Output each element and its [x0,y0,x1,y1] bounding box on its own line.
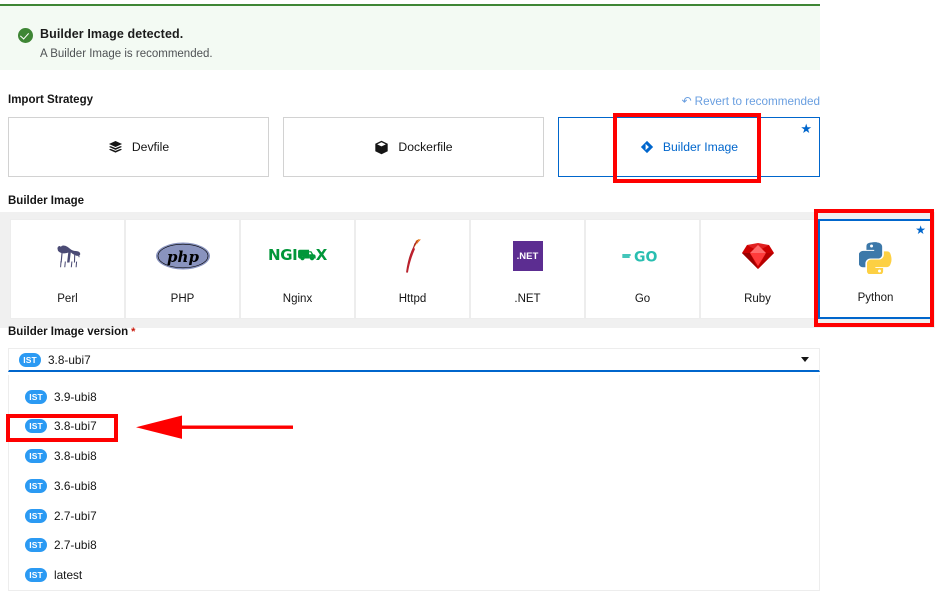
recommended-star-icon: ★ [915,223,926,237]
dropdown-option-3.8-ubi8[interactable]: IST 3.8-ubi8 [9,441,821,470]
svg-text:GO: GO [634,250,657,266]
builder-image-version-select[interactable]: IST 3.8-ubi7 [8,348,820,372]
dotnet-icon: .NET [471,236,584,276]
undo-icon: ↶ [681,94,692,108]
builder-label-nginx: Nginx [282,293,313,305]
import-strategy-label: Import Strategy [8,94,93,106]
dropdown-option-label: latest [54,567,83,582]
builder-card-ruby[interactable]: Ruby [700,219,815,319]
ist-badge: IST [25,537,47,552]
builder-label-php: PHP [170,293,195,305]
python-icon [820,237,931,277]
recommended-star-icon: ★ [800,121,812,136]
required-marker: * [131,326,136,338]
builder-image-detected-alert: Builder Image detected. A Builder Image … [0,4,820,70]
svg-text:php: php [167,248,199,266]
ist-badge: IST [25,448,47,463]
builder-card-nginx[interactable]: NGI⛟X Nginx [240,219,355,319]
builder-label-httpd: Httpd [398,293,427,305]
dropdown-option-3.9-ubi8[interactable]: IST 3.9-ubi8 [9,382,821,411]
builder-label-perl: Perl [57,293,78,305]
strategy-card-devfile[interactable]: Devfile [8,117,269,177]
builder-image-gallery: Perl php PHP NGI⛟X Nginx Httpd .NET .NET… [0,212,935,328]
version-label-text: Builder Image version [8,326,129,338]
strategy-card-dockerfile[interactable]: Dockerfile [283,117,544,177]
import-strategy-options: Devfile Dockerfile ★ Builder Image [8,117,820,177]
dropdown-option-label: 3.9-ubi8 [54,389,97,404]
builder-image-label: Builder Image [8,195,85,207]
revert-to-recommended-link[interactable]: ↶ Revert to recommended [682,94,820,108]
alert-subtitle: A Builder Image is recommended. [40,48,213,60]
ist-badge: IST [19,353,41,367]
builder-label-dotnet: .NET [514,293,541,305]
dropdown-option-label: 2.7-ubi7 [54,508,97,523]
dropdown-option-label: 3.8-ubi7 [54,418,97,433]
builder-card-go[interactable]: GO Go [585,219,700,319]
builder-card-dotnet[interactable]: .NET .NET [470,219,585,319]
alert-title: Builder Image detected. [40,27,184,41]
selected-version: IST 3.8-ubi7 [19,353,91,367]
ist-badge: IST [25,567,47,582]
strategy-label-devfile: Devfile [131,140,170,154]
ist-badge: IST [25,508,47,523]
dropdown-option-2.7-ubi8[interactable]: IST 2.7-ubi8 [9,530,821,559]
selected-version-text: 3.8-ubi7 [48,353,91,367]
dropdown-option-2.7-ubi7[interactable]: IST 2.7-ubi7 [9,501,821,530]
builder-image-version-dropdown: IST 3.9-ubi8 IST 3.8-ubi7 IST 3.8-ubi8 I… [8,375,820,591]
php-icon: php [126,236,239,276]
builder-card-perl[interactable]: Perl [10,219,125,319]
strategy-label-builder-image: Builder Image [662,140,739,154]
layers-icon [108,140,123,155]
nginx-icon: NGI⛟X [268,246,327,264]
builder-icon [640,140,654,154]
revert-label: Revert to recommended [694,95,820,108]
dropdown-option-label: 2.7-ubi8 [54,537,97,552]
ist-badge: IST [25,478,47,493]
ruby-gem-icon [701,236,814,276]
apache-httpd-icon [356,236,469,276]
chevron-down-icon[interactable] [801,357,809,362]
check-circle-icon [18,28,33,43]
golang-icon: GO [586,236,699,276]
builder-label-python: Python [857,292,894,304]
dropdown-option-latest[interactable]: IST latest [9,560,821,589]
perl-camel-icon [11,236,124,276]
builder-image-version-label: Builder Image version * [8,326,135,338]
import-strategy-page: Builder Image detected. A Builder Image … [0,0,935,591]
builder-label-ruby: Ruby [744,293,771,305]
dropdown-option-3.8-ubi7[interactable]: IST 3.8-ubi7 [9,411,821,440]
strategy-label-dockerfile: Dockerfile [398,140,453,154]
ist-badge: IST [25,389,47,404]
builder-card-php[interactable]: php PHP [125,219,240,319]
strategy-card-builder-image[interactable]: ★ Builder Image [558,117,820,177]
ist-badge: IST [25,418,47,433]
cube-icon [374,140,389,155]
dropdown-option-label: 3.6-ubi8 [54,478,97,493]
dropdown-option-3.6-ubi8[interactable]: IST 3.6-ubi8 [9,471,821,500]
builder-card-httpd[interactable]: Httpd [355,219,470,319]
builder-card-python[interactable]: ★ Python [818,219,933,319]
builder-label-go: Go [634,293,651,305]
dropdown-option-label: 3.8-ubi8 [54,448,97,463]
